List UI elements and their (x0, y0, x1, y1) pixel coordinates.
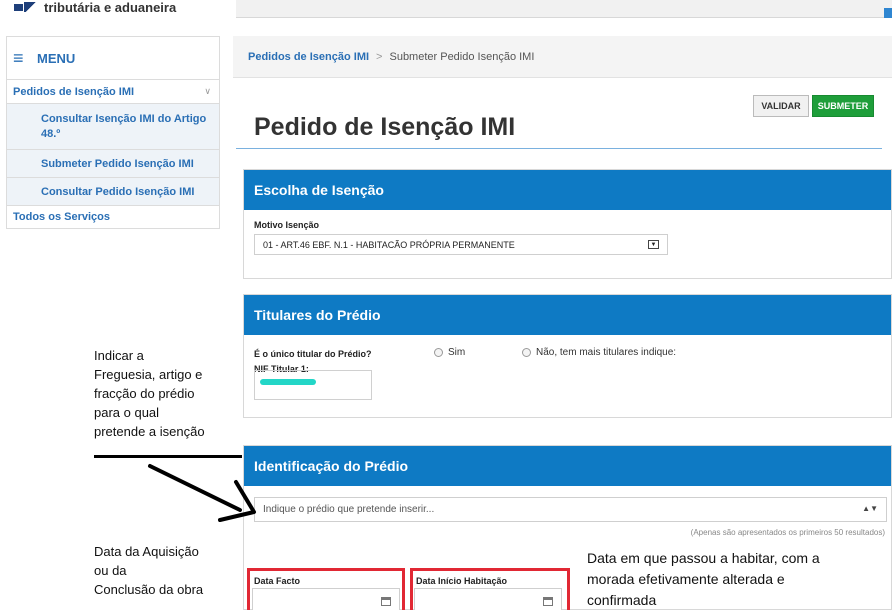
annotation-line: pretende a isenção (94, 424, 205, 439)
breadcrumb-link-pedidos[interactable]: Pedidos de Isenção IMI (248, 51, 369, 63)
annotation-data-habitar: Data em que passou a habitar, com a mora… (587, 548, 820, 610)
radio-sim-label: Sim (448, 347, 466, 358)
menu-toggle[interactable]: ≡ MENU (7, 37, 219, 80)
header-search-strip[interactable] (236, 0, 892, 18)
page-title: Pedido de Isenção IMI (254, 113, 516, 141)
breadcrumb-current: Submeter Pedido Isenção IMI (389, 50, 535, 63)
radio-circle-icon (434, 348, 443, 357)
title-divider (236, 148, 882, 149)
predio-select[interactable]: Indique o prédio que pretende inserir...… (254, 497, 887, 522)
radio-sim[interactable]: Sim (434, 347, 465, 358)
breadcrumb: Pedidos de Isenção IMI > Submeter Pedido… (233, 36, 892, 78)
annotation-line: ou da (94, 563, 127, 578)
annotation-line: fracção do prédio (94, 386, 195, 401)
highlight-data-facto (247, 568, 405, 610)
motivo-isencao-select[interactable]: 01 - ART.46 EBF. N.1 - HABITACÃO PRÓPRIA… (254, 234, 668, 255)
annotation-line: para o qual (94, 405, 160, 420)
breadcrumb-separator: > (376, 50, 383, 63)
radio-nao[interactable]: Não, tem mais titulares indique: (522, 347, 676, 358)
validate-button[interactable]: VALIDAR (753, 95, 809, 117)
panel-title: Titulares do Prédio (244, 295, 891, 335)
annotation-line: Data em que passou a habitar, com a (587, 550, 820, 566)
top-header: tributária e aduaneira (0, 0, 892, 20)
sidebar-group-pedidos-isencao[interactable]: Pedidos de Isenção IMI ∨ (7, 80, 219, 104)
updown-arrow-icon: ▲▼ (862, 504, 878, 513)
brand-logo[interactable]: tributária e aduaneira (14, 0, 177, 15)
annotation-line: confirmada (587, 592, 657, 608)
unico-titular-question: É o único titular do Prédio? (254, 349, 372, 359)
sidebar-item-consultar-pedido[interactable]: Consultar Pedido Isenção IMI (7, 178, 219, 206)
highlight-data-inicio (410, 568, 570, 610)
motivo-isencao-value: 01 - ART.46 EBF. N.1 - HABITACÃO PRÓPRIA… (263, 239, 515, 250)
menu-label: MENU (37, 50, 76, 66)
panel-escolha-isencao: Escolha de Isenção Motivo Isenção 01 - A… (243, 169, 892, 279)
annotation-underline (94, 455, 242, 458)
sidebar-item-consultar-isencao-artigo[interactable]: Consultar Isenção IMI do Artigo 48.º (7, 104, 219, 150)
annotation-line: Conclusão da obra (94, 582, 204, 597)
annotation-line: morada efetivamente alterada e (587, 571, 785, 587)
sidebar-item-todos-servicos[interactable]: Todos os Serviços (7, 206, 219, 228)
dropdown-arrow-icon: ▼ (648, 240, 659, 249)
nif-titular-input[interactable] (254, 370, 372, 400)
header-blue-tab[interactable] (884, 8, 892, 18)
annotation-line: Data da Aquisição (94, 544, 199, 559)
sidebar-item-submeter-pedido[interactable]: Submeter Pedido Isenção IMI (7, 150, 219, 178)
radio-circle-icon (522, 348, 531, 357)
annotation-data-aquisicao: Data da Aquisição ou da Conclusão da obr… (94, 542, 203, 599)
brand-text: tributária e aduaneira (44, 0, 177, 15)
sidebar-item-label: Submeter Pedido Isenção IMI (41, 157, 194, 170)
sidebar-menu: ≡ MENU Pedidos de Isenção IMI ∨ Consulta… (6, 36, 220, 229)
chevron-down-icon: ∨ (204, 86, 211, 96)
annotation-line: Freguesia, artigo e (94, 367, 203, 382)
panel-title: Escolha de Isenção (244, 170, 891, 210)
annotation-indicar-freguesia: Indicar a Freguesia, artigo e fracção do… (94, 346, 205, 441)
results-hint: (Apenas são apresentados os primeiros 50… (690, 528, 885, 537)
brand-logo-icon (14, 2, 38, 12)
redaction-mark (260, 379, 316, 385)
annotation-line: Indicar a (94, 348, 144, 363)
panel-title: Identificação do Prédio (244, 446, 891, 486)
hamburger-icon: ≡ (13, 47, 24, 68)
panel-titulares-predio: Titulares do Prédio É o único titular do… (243, 294, 892, 418)
sidebar-item-label: Consultar Pedido Isenção IMI (41, 185, 195, 198)
radio-nao-label: Não, tem mais titulares indique: (536, 347, 677, 358)
sidebar-item-label: Todos os Serviços (13, 211, 110, 223)
sidebar-item-label: Consultar Isenção IMI do Artigo 48.º (41, 112, 207, 140)
predio-select-placeholder: Indique o prédio que pretende inserir... (263, 504, 435, 515)
motivo-isencao-label: Motivo Isenção (254, 220, 320, 230)
sidebar-group-label: Pedidos de Isenção IMI (13, 85, 135, 98)
submit-button[interactable]: SUBMETER (812, 95, 874, 117)
